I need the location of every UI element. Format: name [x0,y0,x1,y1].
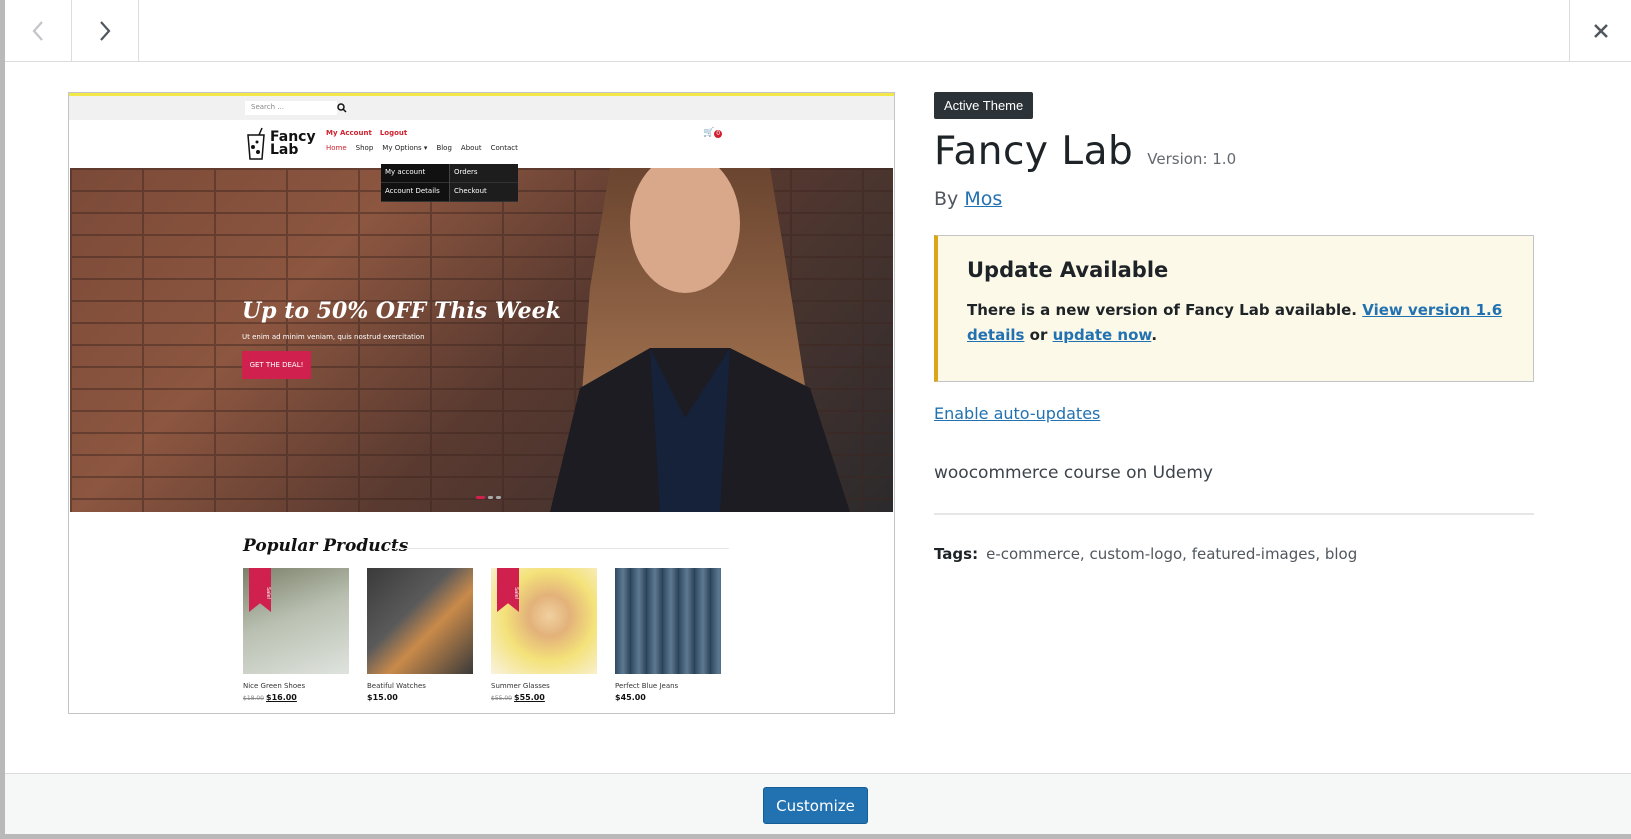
screenshot-search-input: Search ... [245,101,337,115]
cart-icon: 🛒 [703,128,715,138]
slider-dots [476,496,501,499]
product-image-glasses: Sale! [491,568,597,674]
product-image-shoes: Sale! [243,568,349,674]
product-image-watches [367,568,473,674]
screenshot-logo-text: Fancy Lab [270,129,316,158]
theme-name: Fancy Lab [934,129,1134,174]
screenshot-search-bar: Search ... [69,96,894,120]
product-image-jeans [615,568,721,674]
screenshot-account-links: My Account Logout [326,129,408,137]
divider [934,513,1534,515]
theme-description: woocommerce course on Udemy [934,463,1213,483]
theme-author: By Mos [934,188,1003,210]
search-icon [337,103,347,113]
theme-info: Active Theme Fancy Lab Version: 1.0 By M… [934,92,1534,563]
active-theme-badge: Active Theme [934,92,1034,119]
popular-divider [389,548,729,549]
close-icon [1593,23,1608,38]
screenshot-dropdown: My account Orders Account Details Checko… [381,164,518,202]
screenshot-cart: 🛒 0 [703,128,723,138]
notice-text: There is a new version of Fancy Lab avai… [967,301,1503,344]
product-item: Sale! Nice Green Shoes $18.00 $16.00 [243,568,349,702]
theme-screenshot: Search ... Fancy Lab My Account Logout Ho… [68,92,895,714]
theme-tags: Tags: e-commerce, custom-logo, featured-i… [934,545,1534,563]
sale-ribbon: Sale! [249,568,271,612]
tags-label: Tags: [934,545,979,563]
next-theme-button[interactable] [72,0,139,61]
product-item: Beatiful Watches $15.00 [367,568,473,702]
author-link[interactable]: Mos [964,188,1002,210]
modal-header [5,0,1631,62]
product-item: Perfect Blue Jeans $45.00 [615,568,721,702]
customize-button[interactable]: Customize [763,787,868,824]
chevron-right-icon [100,20,111,41]
theme-name-row: Fancy Lab Version: 1.0 [934,129,1534,174]
chevron-left-icon [32,20,43,41]
product-item: Sale! Summer Glasses $55.00 $55.00 [491,568,597,702]
fancy-lab-logo-icon [247,127,265,160]
hero-button: GET THE DEAL! [242,351,311,379]
enable-auto-updates-link[interactable]: Enable auto-updates [934,404,1534,423]
screenshot-logo: Fancy Lab [245,127,316,161]
screenshot-header: Fancy Lab My Account Logout Home Shop My … [69,120,894,168]
update-now-link[interactable]: update now [1053,326,1152,344]
close-button[interactable] [1569,0,1631,61]
theme-version: Version: 1.0 [1147,150,1237,168]
screenshot-menu: Home Shop My Options ▾ Blog About Contac… [326,144,518,152]
screenshot-popular-products: Popular Products Sale! Nice Green Shoes … [69,512,894,712]
screenshot-hero: Up to 50% OFF This Week Ut enim ad minim… [70,168,893,512]
theme-details-content: Search ... Fancy Lab My Account Logout Ho… [5,62,1631,773]
hero-title: Up to 50% OFF This Week [242,298,561,324]
update-notice: Update Available There is a new version … [934,235,1534,382]
notice-title: Update Available [967,258,1169,282]
previous-theme-button[interactable] [5,0,72,61]
popular-products-title: Popular Products [243,536,409,556]
product-list: Sale! Nice Green Shoes $18.00 $16.00 Beat… [243,568,721,702]
hero-person-image [550,168,850,512]
theme-details-modal: Search ... Fancy Lab My Account Logout Ho… [5,0,1631,834]
hero-subtitle: Ut enim ad minim veniam, quis nostrud ex… [242,333,425,341]
tags-list: e-commerce, custom-logo, featured-images… [986,545,1358,563]
sale-ribbon: Sale! [497,568,519,612]
modal-footer: Customize [5,773,1631,834]
